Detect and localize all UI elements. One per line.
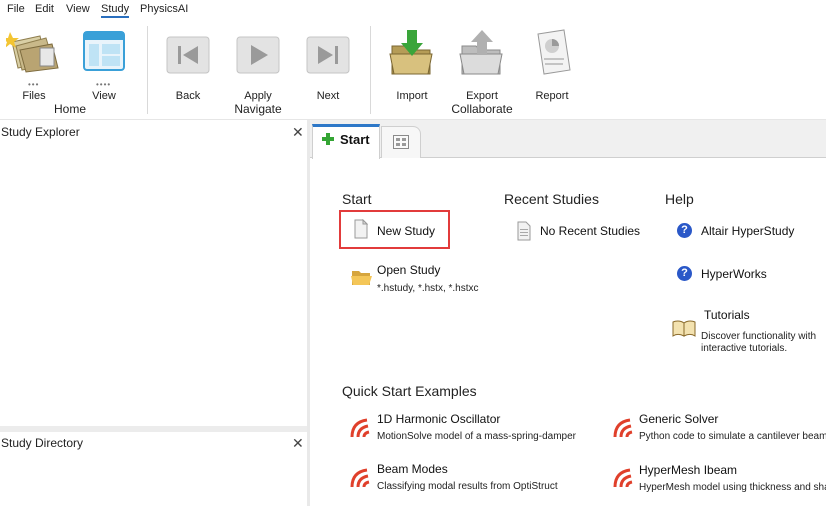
help-icon: ? <box>677 223 692 238</box>
tutorials-label[interactable]: Tutorials <box>704 308 750 322</box>
altair-logo-icon <box>350 418 370 438</box>
ribbon-separator <box>370 26 371 114</box>
example-title[interactable]: Beam Modes <box>377 462 448 476</box>
study-directory-title: Study Directory <box>1 436 84 450</box>
new-document-icon <box>354 219 368 239</box>
open-folder-icon <box>351 271 372 285</box>
files-label: Files <box>22 90 46 102</box>
menu-view[interactable]: View <box>66 3 90 15</box>
vertical-splitter[interactable] <box>307 120 310 506</box>
import-folder-icon <box>389 30 433 75</box>
tutorials-desc-line1: Discover functionality with <box>701 331 817 342</box>
back-button[interactable]: Back <box>160 26 216 102</box>
view-label: View <box>92 90 116 102</box>
tab-grid[interactable] <box>381 126 421 158</box>
help-hyperworks-label[interactable]: HyperWorks <box>701 267 767 281</box>
example-desc: Classifying modal results from OptiStruc… <box>377 481 558 492</box>
panel-splitter[interactable] <box>0 426 309 432</box>
export-folder-icon <box>459 30 503 75</box>
book-icon <box>672 320 696 337</box>
study-explorer-close-icon[interactable]: ✕ <box>292 124 304 141</box>
navigate-group-label: Navigate <box>234 102 282 116</box>
next-label: Next <box>316 90 340 102</box>
tab-start-label: Start <box>340 132 370 147</box>
apply-label: Apply <box>244 90 272 102</box>
view-window-icon <box>83 31 125 71</box>
grid-icon <box>393 135 409 149</box>
plus-icon <box>322 133 334 145</box>
altair-logo-icon <box>613 468 633 488</box>
example-title[interactable]: Generic Solver <box>639 412 718 426</box>
menu-physicsai[interactable]: PhysicsAI <box>140 3 188 15</box>
no-recent-studies-label: No Recent Studies <box>540 224 641 238</box>
export-label: Export <box>466 90 498 102</box>
report-button[interactable]: Report <box>524 26 580 102</box>
ribbon: ••• Files •••• View Home Back Apply Navi… <box>0 20 826 120</box>
export-button[interactable]: Export <box>454 26 510 102</box>
view-button[interactable]: •••• View <box>76 26 132 102</box>
collaborate-group-label: Collaborate <box>451 102 513 116</box>
menu-bar: File Edit View Study PhysicsAI <box>0 0 826 20</box>
open-study-label[interactable]: Open Study <box>377 263 440 277</box>
quick-start-heading: Quick Start Examples <box>342 383 477 399</box>
example-title[interactable]: 1D Harmonic Oscillator <box>377 412 500 426</box>
menu-edit[interactable]: Edit <box>35 3 54 15</box>
study-directory-close-icon[interactable]: ✕ <box>292 435 304 452</box>
report-label: Report <box>535 90 569 102</box>
study-directory-panel <box>0 454 307 506</box>
play-icon <box>236 36 280 74</box>
example-title[interactable]: HyperMesh Ibeam <box>639 463 737 477</box>
tab-start[interactable]: Start <box>312 124 380 159</box>
tutorials-desc-line2: interactive tutorials. <box>701 343 788 354</box>
altair-logo-icon <box>350 468 370 488</box>
files-button[interactable]: ••• Files <box>4 26 64 102</box>
view-more-icon: •••• <box>96 80 112 89</box>
altair-logo-icon <box>613 418 633 438</box>
new-study-label[interactable]: New Study <box>377 224 435 238</box>
recent-studies-heading: Recent Studies <box>504 191 599 207</box>
apply-button[interactable]: Apply <box>230 26 286 102</box>
example-desc: Python code to simulate a cantilever bea… <box>639 431 826 442</box>
help-hyperstudy-label[interactable]: Altair HyperStudy <box>701 224 794 238</box>
back-label: Back <box>175 90 201 102</box>
example-desc: MotionSolve model of a mass-spring-dampe… <box>377 431 576 442</box>
back-icon <box>166 36 210 74</box>
files-icon <box>6 32 59 73</box>
help-icon: ? <box>677 266 692 281</box>
next-button[interactable]: Next <box>300 26 356 102</box>
menu-study[interactable]: Study <box>101 3 130 18</box>
help-heading: Help <box>665 191 694 207</box>
study-explorer-panel <box>0 142 307 426</box>
example-desc: HyperMesh model using thickness and sha <box>639 482 826 493</box>
study-explorer-title: Study Explorer <box>1 125 80 139</box>
ribbon-separator <box>147 26 148 114</box>
import-button[interactable]: Import <box>384 26 440 102</box>
start-heading: Start <box>342 191 372 207</box>
open-study-extensions: *.hstudy, *.hstx, *.hstxc <box>377 283 479 294</box>
home-group-label: Home <box>53 102 86 116</box>
report-icon <box>537 29 571 75</box>
menu-file[interactable]: File <box>7 3 25 15</box>
next-icon <box>306 36 350 74</box>
files-more-icon: ••• <box>28 80 40 89</box>
import-label: Import <box>396 90 428 102</box>
document-icon <box>517 221 531 241</box>
